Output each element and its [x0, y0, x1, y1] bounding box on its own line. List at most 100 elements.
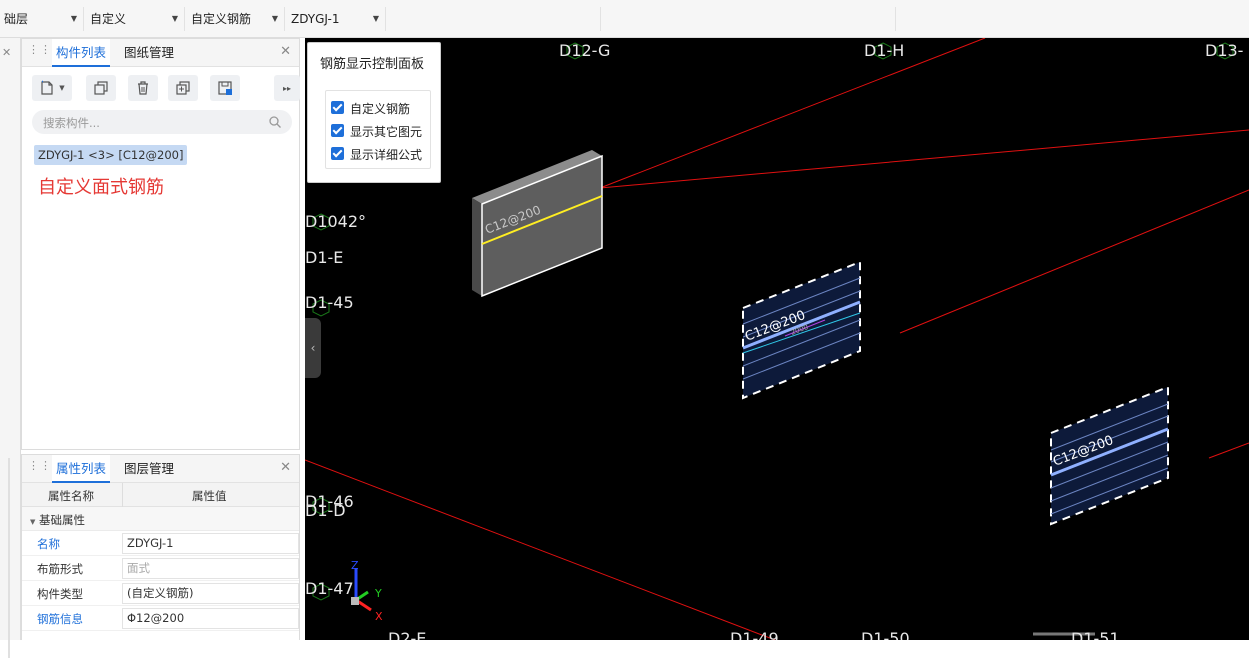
search-placeholder: 搜索构件...: [43, 116, 100, 130]
tab-property-list[interactable]: 属性列表: [52, 455, 111, 483]
grid-line: [1208, 442, 1249, 459]
component-select[interactable]: ZDYGJ-1 ▼: [287, 7, 386, 31]
close-icon[interactable]: ✕: [2, 46, 11, 59]
gizmo-z-label: Z: [351, 559, 359, 572]
wall-side-face: [472, 198, 482, 296]
chevron-down-icon: ▼: [171, 14, 178, 23]
tab-layer-management[interactable]: 图层管理: [120, 455, 178, 483]
panel-tabs: ⋮⋮ 属性列表 图层管理 ✕: [22, 455, 299, 483]
option-label: 自定义钢筋: [350, 102, 411, 116]
property-key: 构件类型: [37, 587, 83, 601]
column-header-name: 属性名称: [48, 489, 94, 503]
axis-label: D1-50: [861, 629, 910, 640]
panel-tabs: ⋮⋮ 构件列表 图纸管理 ✕: [22, 39, 299, 67]
chevron-down-icon: ▼: [372, 14, 379, 23]
component-search-input[interactable]: 搜索构件...: [32, 110, 292, 134]
double-chevron-right-icon: ▸▸: [282, 83, 292, 93]
top-toolbar: 础层 ▼ 自定义 ▼ 自定义钢筋 ▼ ZDYGJ-1 ▼: [0, 0, 1249, 38]
gizmo-x-label: X: [375, 610, 383, 623]
property-type-field[interactable]: (自定义钢筋): [122, 583, 299, 604]
gizmo-y-label: Y: [374, 587, 382, 600]
copy-button[interactable]: [86, 75, 116, 101]
drag-handle-icon[interactable]: ⋮⋮: [28, 44, 51, 60]
property-table-header: 属性名称 属性值: [22, 483, 299, 507]
type-select[interactable]: 自定义钢筋 ▼: [187, 7, 285, 31]
toolbar-divider: [895, 7, 896, 31]
axis-label: D1-47: [305, 579, 354, 598]
property-key: 布筋形式: [37, 562, 83, 576]
property-key: 钢筋信息: [37, 612, 83, 626]
left-dock-strip: ✕: [0, 38, 21, 658]
delete-button[interactable]: [128, 75, 158, 101]
chevron-down-icon: ▼: [70, 14, 77, 23]
property-group-title: 基础属性: [39, 513, 86, 527]
close-icon[interactable]: ✕: [280, 460, 291, 475]
collapse-panel-button[interactable]: ‹: [305, 318, 321, 378]
duplicate-icon: [176, 81, 190, 95]
property-name-field[interactable]: ZDYGJ-1: [122, 533, 299, 554]
axis-label: D1-51: [1071, 629, 1120, 640]
component-toolbar: ▼ ▸▸: [32, 75, 300, 101]
axis-label: D13-: [1205, 41, 1244, 60]
toolbar-divider: [600, 7, 601, 31]
chevron-down-icon: ▼: [271, 14, 278, 23]
column-divider: [122, 483, 123, 507]
axis-label: D12-G: [559, 41, 611, 60]
property-rebar-field[interactable]: Φ12@200: [122, 608, 299, 629]
grid-line: [899, 189, 1249, 334]
rebar-display-control-panel: 钢筋显示控制面板 自定义钢筋 显示其它图元 显示详细公式: [307, 42, 441, 183]
axis-label: D1-E: [305, 248, 344, 267]
category-select-value: 自定义: [90, 12, 127, 26]
new-file-icon: [41, 80, 53, 95]
copy-icon: [94, 81, 108, 95]
tab-component-list[interactable]: 构件列表: [52, 39, 111, 67]
drag-handle-icon[interactable]: ⋮⋮: [28, 460, 51, 476]
3d-viewport[interactable]: C12@200 C12@200 2000 C12@200 Z Y X D12-G…: [305, 38, 1249, 640]
gizmo-origin: [351, 597, 359, 605]
axis-label: D1-45: [305, 293, 354, 312]
property-row: 名称 ZDYGJ-1: [22, 531, 299, 556]
property-key: 名称: [37, 537, 60, 551]
option-label: 显示详细公式: [350, 148, 423, 162]
save-component-button[interactable]: [210, 75, 240, 101]
component-list-panel: ⋮⋮ 构件列表 图纸管理 ✕ ▼ ▸▸ 搜索构件... ZDYGJ-1 <3> …: [21, 38, 300, 450]
property-row: 钢筋信息 Φ12@200: [22, 606, 299, 631]
category-select[interactable]: 自定义 ▼: [86, 7, 185, 31]
floor-select-value: 础层: [4, 12, 29, 26]
control-panel-title: 钢筋显示控制面板: [320, 57, 425, 72]
property-group-basic[interactable]: ▼ 基础属性: [22, 507, 299, 531]
new-component-button[interactable]: ▼: [32, 75, 72, 101]
type-select-value: 自定义钢筋: [191, 12, 252, 26]
control-options-box: 自定义钢筋 显示其它图元 显示详细公式: [325, 90, 431, 169]
axis-label: D1-H: [864, 41, 905, 60]
more-button[interactable]: ▸▸: [274, 75, 300, 101]
component-select-value: ZDYGJ-1: [291, 12, 340, 26]
checkbox-checked-icon[interactable]: [331, 124, 344, 137]
component-list-item[interactable]: ZDYGJ-1 <3> [C12@200]: [34, 145, 188, 165]
annotation-note: 自定义面式钢筋: [38, 177, 164, 198]
chevron-down-icon: ▼: [59, 84, 65, 92]
duplicate-button[interactable]: [168, 75, 198, 101]
grid-line: [599, 38, 986, 189]
grid-line: [599, 129, 1249, 189]
scrollbar[interactable]: [8, 458, 10, 658]
viewport-canvas: C12@200 C12@200 2000 C12@200 Z Y X: [305, 38, 1249, 640]
axis-label: D1042°: [305, 212, 367, 231]
tab-drawing-management[interactable]: 图纸管理: [120, 39, 178, 67]
property-row: 构件类型 (自定义钢筋): [22, 581, 299, 606]
floor-select[interactable]: 础层 ▼: [0, 7, 84, 31]
property-layout-field: 面式: [122, 558, 299, 579]
save-icon: [218, 81, 232, 95]
property-list-panel: ⋮⋮ 属性列表 图层管理 ✕ 属性名称 属性值 ▼ 基础属性 名称 ZDYGJ-…: [21, 454, 300, 640]
property-group-label: ▼ 基础属性: [30, 512, 85, 528]
axis-label: D1-49: [730, 629, 779, 640]
column-header-value: 属性值: [192, 489, 227, 503]
axis-label: D2-E: [388, 629, 427, 640]
close-icon[interactable]: ✕: [280, 44, 291, 59]
property-row: 布筋形式 面式: [22, 556, 299, 581]
checkbox-checked-icon[interactable]: [331, 101, 344, 114]
search-icon[interactable]: [268, 115, 282, 129]
checkbox-checked-icon[interactable]: [331, 147, 344, 160]
axis-label: D1-D: [305, 501, 346, 520]
trash-icon: [138, 81, 148, 95]
